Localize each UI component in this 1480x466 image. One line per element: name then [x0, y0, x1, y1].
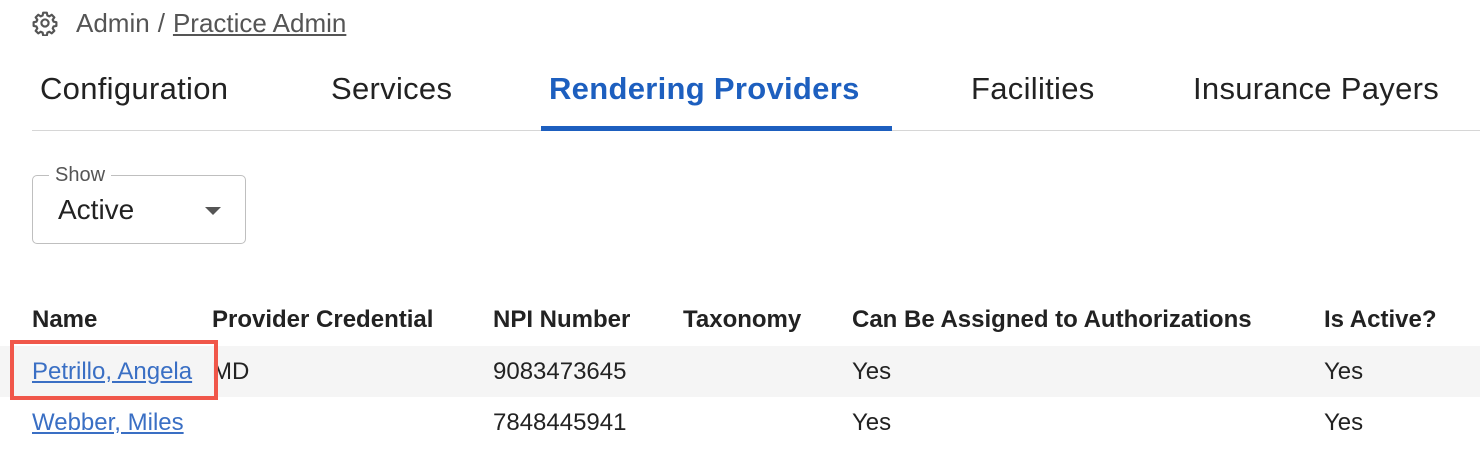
show-filter-label: Show [49, 164, 112, 187]
tab-bar: Configuration Services Rendering Provide… [32, 62, 1480, 131]
column-header-npi-number[interactable]: NPI Number [493, 294, 683, 346]
table-row: Webber, Miles 7848445941 Yes Yes [0, 397, 1480, 448]
column-header-is-active[interactable]: Is Active? [1324, 294, 1480, 346]
provider-name-link[interactable]: Webber, Miles [32, 409, 184, 436]
show-filter-value: Active [58, 194, 135, 225]
breadcrumb-root: Admin [76, 7, 150, 38]
name-cell: Petrillo, Angela [32, 346, 212, 397]
taxonomy-cell [683, 346, 852, 397]
credential-cell [212, 397, 493, 448]
assignable-cell: Yes [852, 408, 892, 436]
active-tab-indicator [541, 126, 892, 131]
providers-table: Name Provider Credential NPI Number Taxo… [0, 294, 1480, 448]
tab-insurance-payers[interactable]: Insurance Payers [1193, 62, 1439, 130]
npi-cell: 9083473645 [493, 346, 683, 397]
table-header-row: Name Provider Credential NPI Number Taxo… [0, 294, 1480, 346]
breadcrumb: Admin / Practice Admin [32, 6, 346, 40]
table-gutter [0, 294, 32, 346]
credential-cell: MD [212, 346, 493, 397]
assignable-cell: Yes [852, 346, 1324, 397]
breadcrumb-current-link[interactable]: Practice Admin [173, 8, 346, 39]
table-gutter [0, 346, 32, 397]
active-cell: Yes [1324, 346, 1480, 397]
provider-name-link[interactable]: Petrillo, Angela [32, 358, 192, 385]
show-filter-select[interactable]: Show Active [32, 164, 246, 244]
tab-facilities[interactable]: Facilities [971, 62, 1095, 130]
column-header-can-be-assigned[interactable]: Can Be Assigned to Authorizations [852, 294, 1324, 346]
table-row: Petrillo, Angela MD 9083473645 Yes Yes [0, 346, 1480, 397]
column-header-provider-credential[interactable]: Provider Credential [212, 294, 493, 346]
tab-configuration[interactable]: Configuration [40, 62, 228, 130]
active-cell: Yes [1324, 408, 1364, 436]
gear-icon [32, 10, 58, 36]
breadcrumb-separator: / [157, 7, 165, 38]
column-header-taxonomy[interactable]: Taxonomy [683, 294, 852, 346]
tab-services[interactable]: Services [331, 62, 452, 130]
tab-rendering-providers[interactable]: Rendering Providers [549, 62, 860, 130]
taxonomy-cell [683, 397, 852, 448]
column-header-name[interactable]: Name [32, 294, 212, 346]
name-cell: Webber, Miles [32, 397, 212, 448]
npi-cell: 7848445941 [493, 408, 627, 436]
dropdown-arrow-icon [205, 207, 221, 215]
table-gutter [0, 397, 32, 448]
